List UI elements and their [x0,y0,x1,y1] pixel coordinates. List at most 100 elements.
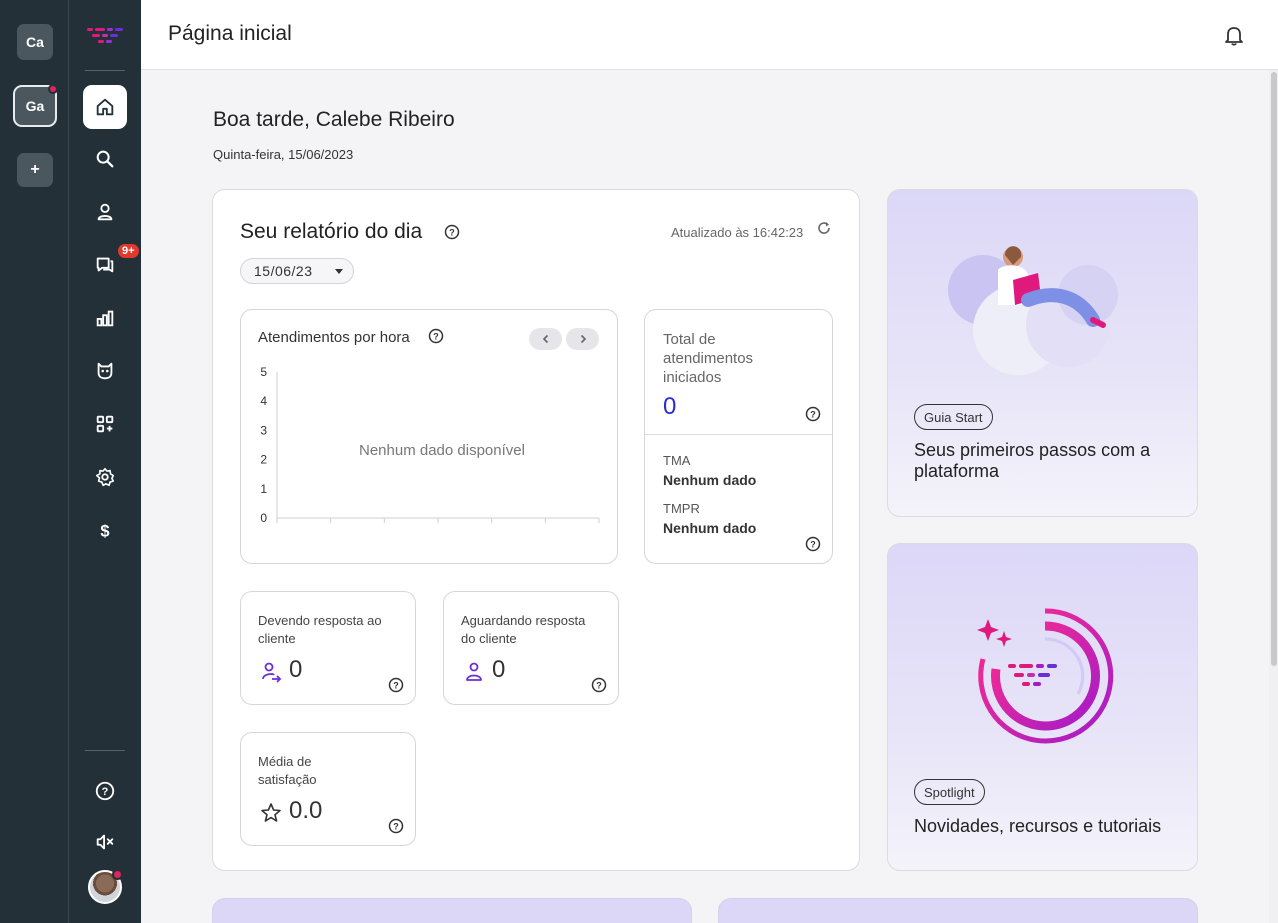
top-bar: Página inicial [141,0,1278,70]
bottom-card-left [212,898,692,923]
chevron-left-icon [542,334,548,344]
hourly-chart-card: Atendimentos por hora ? 0 1 2 3 4 5 Nenhum da… [240,309,618,564]
guide-start-tag: Guia Start [914,404,993,430]
nav-divider [85,70,125,71]
scrollbar[interactable] [1269,70,1278,923]
nav-home[interactable] [83,85,127,129]
guide-start-card[interactable]: Guia Start Seus primeiros passos com a p… [887,189,1198,517]
satisfaction-card: Média de satisfação 0.0 ? [240,732,416,846]
star-icon [261,803,281,822]
nav-contacts[interactable] [83,190,127,234]
report-title: Seu relatório do dia [240,220,423,243]
reports-icon [96,310,114,327]
workspace-ga[interactable]: Ga [13,84,58,127]
date-selector[interactable]: 15/06/23 [240,258,354,284]
nav-chats[interactable]: 9+ [83,243,140,287]
empty-state-text: Nenhum dado disponível [359,442,525,459]
spotlight-title: Novidades, recursos e tutoriais [914,816,1162,836]
svg-text:?: ? [596,681,602,691]
svg-text:?: ? [810,540,816,550]
mute-icon [96,834,114,850]
total-value: 0 [663,393,677,420]
svg-text:?: ? [393,681,399,691]
help-icon[interactable]: ? [388,818,404,834]
awaiting-response-card: Aguardando resposta do cliente 0 ? [443,591,619,705]
svg-text:?: ? [810,410,816,420]
bot-icon [97,362,113,380]
nav-billing[interactable]: $ [83,509,127,553]
help-icon[interactable]: ? [428,328,444,344]
owing-response-card: Devendo resposta ao cliente 0 ? [240,591,416,705]
card-divider [645,434,832,435]
current-date: Quinta-feira, 15/06/2023 [213,147,354,162]
tag-label: Guia Start [924,409,983,425]
help-icon: ? [95,781,115,801]
apps-icon [96,415,114,433]
greeting: Boa tarde, Calebe Ribeiro [213,108,455,131]
daily-report: Seu relatório do dia ? Atualizado às 16:… [212,189,860,871]
dollar-icon: $ [100,523,109,541]
notification-dot [48,84,58,94]
workspace-label: Ga [25,98,45,114]
search-icon [96,150,114,168]
nav-search[interactable] [83,137,127,181]
user-icon [466,662,482,681]
guide-start-title: Seus primeiros passos com a plataforma [914,440,1151,481]
spotlight-card[interactable]: Spotlight Novidades, recursos e tutoriai… [887,543,1198,871]
nav-apps[interactable] [83,402,127,446]
y-tick-label: 1 [260,482,267,496]
nav-reports[interactable] [83,296,127,340]
satisfaction-label: Média de satisfação [258,754,317,787]
total-attendances-card: Total de atendimentos iniciados 0 ? TMA … [644,309,833,564]
nav-mute[interactable] [83,820,127,864]
reading-illustration [948,246,1118,375]
owing-label: Devendo resposta ao cliente [258,613,382,646]
prev-button[interactable] [529,328,562,350]
awaiting-value: 0 [492,656,506,683]
tag-label: Spotlight [924,784,975,800]
svg-text:?: ? [433,332,439,342]
page-title: Página inicial [168,22,292,45]
chevron-right-icon [580,334,586,344]
home-icon [96,98,114,116]
user-reply-icon [262,662,282,683]
help-icon[interactable]: ? [805,406,821,422]
help-icon[interactable]: ? [388,677,404,693]
y-tick-label: 3 [260,423,267,437]
brand-logo [87,28,123,43]
svg-text:?: ? [393,822,399,832]
chart-title: Atendimentos por hora [258,329,410,346]
date-selector-value: 15/06/23 [254,263,313,279]
main-nav: 9+ $ ? [69,0,141,923]
tma-label: TMA [663,453,691,468]
help-icon[interactable]: ? [805,536,821,552]
nav-settings[interactable] [83,455,127,499]
chats-icon [96,257,114,273]
owing-value: 0 [289,656,303,683]
nav-bot[interactable] [83,349,127,393]
tmpr-value: Nenhum dado [663,520,757,536]
awaiting-label: Aguardando resposta do cliente [461,613,586,646]
user-avatar[interactable] [88,869,123,904]
nav-help[interactable]: ? [83,769,127,813]
contacts-icon [97,203,113,221]
bottom-card-right [718,898,1198,923]
spotlight-tag: Spotlight [914,779,985,805]
scrollbar-thumb[interactable] [1271,72,1277,666]
help-icon[interactable]: ? [444,224,460,240]
help-icon[interactable]: ? [591,677,607,693]
workspace-ca[interactable]: Ca [17,24,53,60]
next-button[interactable] [566,328,599,350]
refresh-icon[interactable] [816,220,832,236]
y-tick-label: 2 [260,453,267,467]
spotlight-logo [977,608,1114,744]
add-workspace-button[interactable]: + [17,153,53,187]
nav-divider [85,750,125,751]
tma-value: Nenhum dado [663,472,757,488]
bell-icon[interactable] [1224,24,1244,46]
chats-badge: 9+ [117,243,140,259]
tmpr-label: TMPR [663,501,700,516]
y-tick-label: 4 [260,394,267,408]
workspace-rail: Ca Ga + [0,0,69,923]
satisfaction-value: 0.0 [289,797,323,824]
